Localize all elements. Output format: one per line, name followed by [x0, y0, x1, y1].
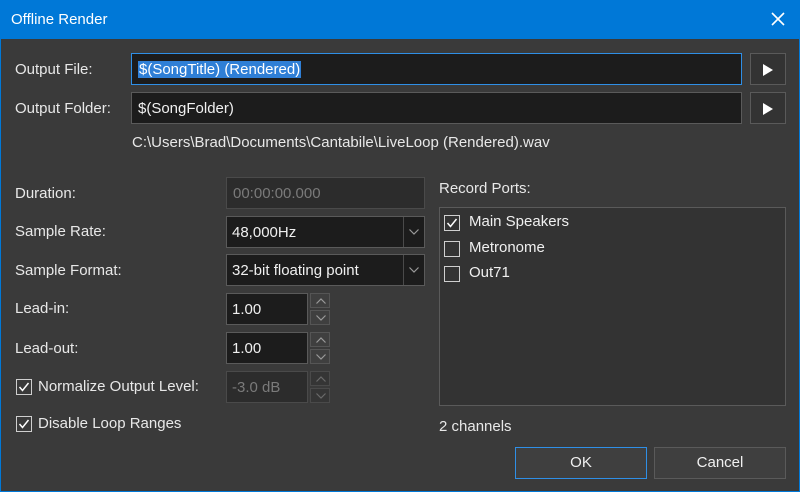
- record-port-item[interactable]: Metronome: [444, 238, 774, 260]
- offline-render-dialog: Offline Render Output File: $(SongTitle)…: [0, 0, 800, 492]
- lead-out-label: Lead-out:: [15, 340, 79, 357]
- play-icon: [763, 64, 773, 76]
- chevron-down-icon: [316, 354, 326, 360]
- chevron-down-icon: [409, 229, 419, 235]
- output-file-label: Output File:: [15, 61, 93, 78]
- sample-format-value: 32-bit floating point: [232, 262, 359, 279]
- lead-in-increment-button[interactable]: [310, 293, 330, 308]
- record-port-checkbox[interactable]: [444, 266, 460, 282]
- record-port-label: Metronome: [469, 239, 545, 256]
- lead-in-input[interactable]: 1.00: [226, 293, 308, 325]
- record-port-item[interactable]: Main Speakers: [444, 212, 774, 234]
- record-ports-label: Record Ports:: [439, 180, 531, 197]
- chevron-up-icon: [316, 337, 326, 343]
- disable-loop-ranges-checkbox[interactable]: [16, 416, 32, 432]
- sample-rate-dropdown[interactable]: 48,000Hz: [226, 216, 425, 248]
- record-port-checkbox[interactable]: [444, 241, 460, 257]
- normalize-checkbox[interactable]: [16, 379, 32, 395]
- sample-format-dropdown-arrow[interactable]: [403, 255, 424, 285]
- lead-out-decrement-button[interactable]: [310, 349, 330, 364]
- dialog-title: Offline Render: [11, 11, 108, 28]
- ok-button[interactable]: OK: [515, 447, 647, 479]
- output-folder-input[interactable]: $(SongFolder): [131, 92, 742, 124]
- output-file-input[interactable]: $(SongTitle) (Rendered): [131, 53, 742, 85]
- checkmark-icon: [18, 382, 30, 392]
- record-port-checkbox[interactable]: [444, 215, 460, 231]
- cancel-button[interactable]: Cancel: [654, 447, 786, 479]
- normalize-level-input: -3.0 dB: [226, 371, 308, 403]
- record-port-item[interactable]: Out71: [444, 263, 774, 285]
- lead-in-label: Lead-in:: [15, 300, 70, 317]
- checkmark-icon: [446, 218, 458, 228]
- chevron-up-icon: [316, 376, 326, 382]
- chevron-down-icon: [409, 267, 419, 273]
- disable-loop-ranges-label[interactable]: Disable Loop Ranges: [38, 415, 181, 432]
- play-icon: [763, 103, 773, 115]
- duration-label: Duration:: [15, 185, 76, 202]
- checkmark-icon: [18, 419, 30, 429]
- sample-rate-dropdown-arrow[interactable]: [403, 217, 424, 247]
- record-port-label: Out71: [469, 264, 510, 281]
- record-ports-list: Main Speakers Metronome Out71: [439, 207, 786, 406]
- output-file-play-button[interactable]: [750, 53, 786, 85]
- chevron-up-icon: [316, 298, 326, 304]
- chevron-down-icon: [316, 315, 326, 321]
- lead-out-input[interactable]: 1.00: [226, 332, 308, 364]
- channel-count: 2 channels: [439, 418, 512, 435]
- sample-rate-label: Sample Rate:: [15, 223, 106, 240]
- sample-format-label: Sample Format:: [15, 262, 122, 279]
- normalize-increment-button: [310, 371, 330, 386]
- sample-rate-value: 48,000Hz: [232, 224, 297, 241]
- output-folder-label: Output Folder:: [15, 100, 111, 117]
- output-folder-play-button[interactable]: [750, 92, 786, 124]
- chevron-down-icon: [316, 393, 326, 399]
- lead-out-increment-button[interactable]: [310, 332, 330, 347]
- normalize-level-spinner: -3.0 dB: [226, 371, 332, 403]
- normalize-decrement-button: [310, 388, 330, 403]
- close-icon: [771, 12, 785, 26]
- dialog-body: Output File: $(SongTitle) (Rendered) Out…: [1, 39, 799, 491]
- sample-format-dropdown[interactable]: 32-bit floating point: [226, 254, 425, 286]
- resolved-output-path: C:\Users\Brad\Documents\Cantabile\LiveLo…: [132, 134, 550, 151]
- duration-input: 00:00:00.000: [226, 177, 425, 209]
- lead-in-decrement-button[interactable]: [310, 310, 330, 325]
- lead-in-spinner[interactable]: 1.00: [226, 293, 332, 325]
- record-port-label: Main Speakers: [469, 213, 570, 230]
- output-file-value: $(SongTitle) (Rendered): [138, 61, 302, 78]
- title-bar: Offline Render: [1, 1, 799, 39]
- normalize-label[interactable]: Normalize Output Level:: [38, 378, 199, 395]
- close-button[interactable]: [767, 8, 789, 30]
- lead-out-spinner[interactable]: 1.00: [226, 332, 332, 364]
